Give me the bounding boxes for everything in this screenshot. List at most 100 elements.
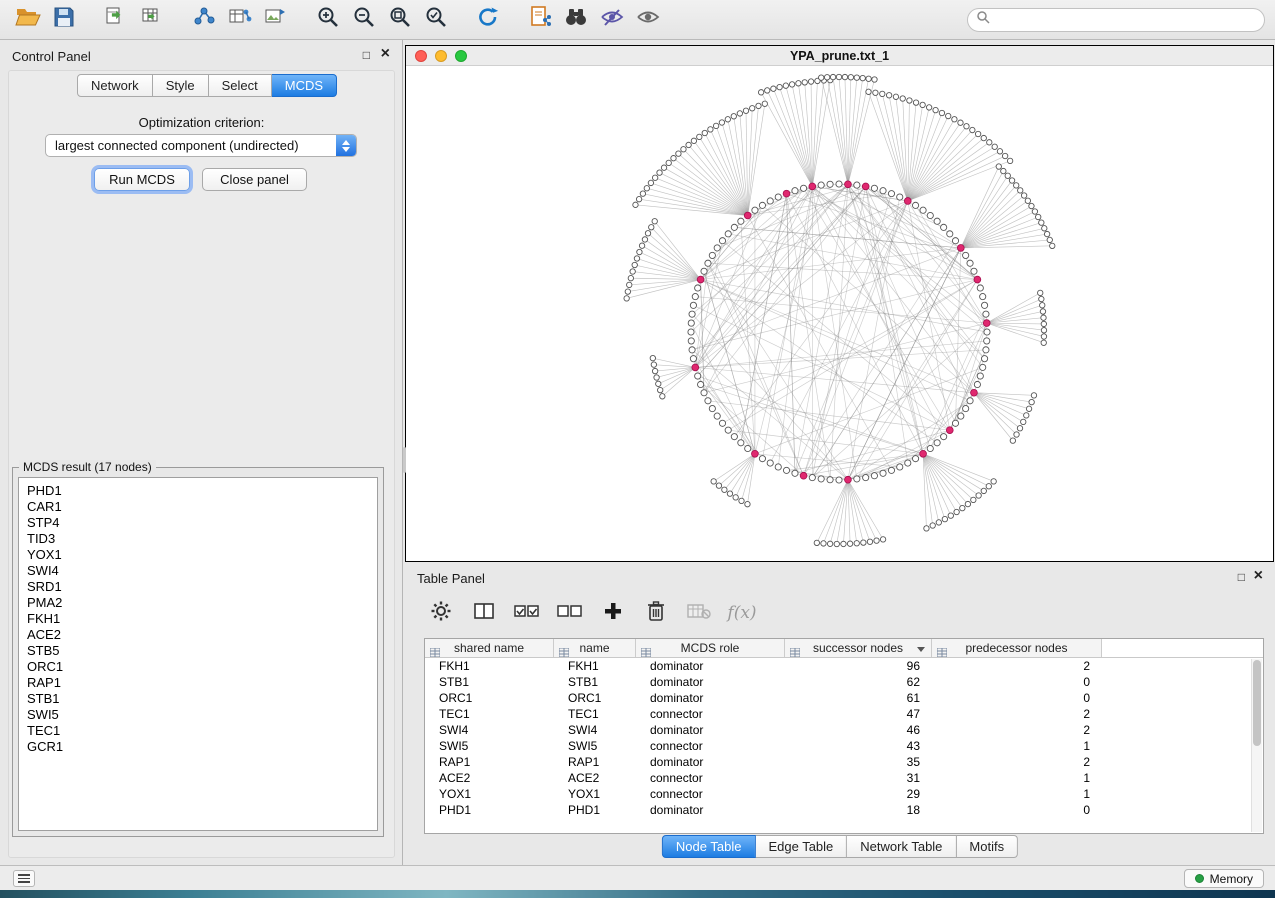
mcds-result-item[interactable]: GCR1 [19, 739, 377, 755]
table-cell[interactable]: 61 [785, 690, 932, 706]
save-session-button[interactable] [46, 4, 82, 36]
table-row[interactable]: RAP1RAP1dominator352 [425, 754, 1263, 770]
column-header-predecessor-nodes[interactable]: predecessor nodes [932, 639, 1102, 657]
mcds-result-item[interactable]: ACE2 [19, 627, 377, 643]
table-cell[interactable]: 62 [785, 674, 932, 690]
table-cell[interactable]: connector [636, 738, 785, 754]
scrollbar-thumb[interactable] [1253, 660, 1261, 746]
table-cell[interactable]: PHD1 [554, 802, 636, 818]
show-columns-button[interactable] [470, 599, 498, 627]
delete-column-button[interactable] [642, 599, 670, 627]
tab-node-table[interactable]: Node Table [662, 835, 756, 858]
deselect-all-button[interactable] [556, 599, 584, 627]
table-settings-button[interactable] [427, 599, 455, 627]
mcds-result-item[interactable]: STP4 [19, 515, 377, 531]
float-table-panel-icon[interactable]: □ [1238, 570, 1245, 584]
table-cell[interactable]: ACE2 [554, 770, 636, 786]
import-table-button[interactable] [134, 4, 170, 36]
table-row[interactable]: SWI5SWI5connector431 [425, 738, 1263, 754]
column-header-name[interactable]: name [554, 639, 636, 657]
split-handle[interactable] [403, 447, 406, 473]
table-cell[interactable]: YOX1 [554, 786, 636, 802]
table-cell[interactable]: dominator [636, 658, 785, 674]
status-menu-button[interactable] [13, 870, 35, 887]
table-row[interactable]: TEC1TEC1connector472 [425, 706, 1263, 722]
table-cell[interactable]: 96 [785, 658, 932, 674]
table-cell[interactable]: 0 [932, 690, 1102, 706]
float-panel-icon[interactable]: □ [363, 48, 370, 62]
table-cell[interactable]: SWI4 [425, 722, 554, 738]
tab-network[interactable]: Network [77, 74, 153, 97]
table-scrollbar[interactable] [1251, 659, 1262, 832]
export-image-button[interactable] [258, 4, 294, 36]
zoom-out-button[interactable] [346, 4, 382, 36]
mcds-result-item[interactable]: CAR1 [19, 499, 377, 515]
network-window-titlebar[interactable]: YPA_prune.txt_1 [406, 46, 1273, 66]
close-panel-icon[interactable]: × [381, 45, 390, 63]
mcds-result-item[interactable]: SWI4 [19, 563, 377, 579]
table-cell[interactable]: dominator [636, 754, 785, 770]
network-table-button[interactable] [222, 4, 258, 36]
table-cell[interactable]: 31 [785, 770, 932, 786]
mcds-result-item[interactable]: PMA2 [19, 595, 377, 611]
close-window-icon[interactable] [415, 50, 427, 62]
open-file-button[interactable] [10, 4, 46, 36]
table-cell[interactable]: 29 [785, 786, 932, 802]
column-header-successor-nodes[interactable]: successor nodes [785, 639, 932, 657]
tab-network-table[interactable]: Network Table [847, 835, 956, 858]
table-cell[interactable]: ACE2 [425, 770, 554, 786]
table-cell[interactable]: STB1 [425, 674, 554, 690]
table-cell[interactable]: SWI5 [425, 738, 554, 754]
zoom-selected-button[interactable] [418, 4, 454, 36]
tab-select[interactable]: Select [209, 74, 272, 97]
mcds-result-item[interactable]: TEC1 [19, 723, 377, 739]
table-cell[interactable]: dominator [636, 722, 785, 738]
mcds-result-item[interactable]: YOX1 [19, 547, 377, 563]
mcds-result-item[interactable]: RAP1 [19, 675, 377, 691]
new-network-button[interactable] [186, 4, 222, 36]
mcds-result-item[interactable]: SWI5 [19, 707, 377, 723]
table-row[interactable]: PHD1PHD1dominator180 [425, 802, 1263, 818]
show-hide-button[interactable] [630, 4, 666, 36]
table-cell[interactable]: RAP1 [554, 754, 636, 770]
table-cell[interactable]: 0 [932, 674, 1102, 690]
table-row[interactable]: FKH1FKH1dominator962 [425, 658, 1263, 674]
table-cell[interactable]: dominator [636, 674, 785, 690]
table-cell[interactable]: connector [636, 786, 785, 802]
network-canvas[interactable] [406, 66, 1273, 561]
tab-edge-table[interactable]: Edge Table [755, 835, 847, 858]
table-cell[interactable]: 1 [932, 738, 1102, 754]
table-cell[interactable]: 0 [932, 802, 1102, 818]
mcds-result-item[interactable]: ORC1 [19, 659, 377, 675]
table-cell[interactable]: TEC1 [425, 706, 554, 722]
table-cell[interactable]: dominator [636, 802, 785, 818]
apply-layout-button[interactable] [470, 4, 506, 36]
mcds-result-item[interactable]: STB1 [19, 691, 377, 707]
table-cell[interactable]: SWI5 [554, 738, 636, 754]
table-cell[interactable]: 18 [785, 802, 932, 818]
table-row[interactable]: STB1STB1dominator620 [425, 674, 1263, 690]
table-cell[interactable]: connector [636, 770, 785, 786]
import-network-button[interactable] [98, 4, 134, 36]
search-network-button[interactable] [558, 4, 594, 36]
table-cell[interactable]: SWI4 [554, 722, 636, 738]
table-cell[interactable]: dominator [636, 690, 785, 706]
table-cell[interactable]: STB1 [554, 674, 636, 690]
table-cell[interactable]: YOX1 [425, 786, 554, 802]
table-cell[interactable]: 47 [785, 706, 932, 722]
column-header-mcds-role[interactable]: MCDS role [636, 639, 785, 657]
table-cell[interactable]: connector [636, 706, 785, 722]
table-cell[interactable]: 2 [932, 722, 1102, 738]
table-cell[interactable]: 2 [932, 706, 1102, 722]
publish-document-button[interactable] [522, 4, 558, 36]
optimization-criterion-select[interactable]: largest connected component (undirected) [45, 134, 357, 157]
mcds-result-item[interactable]: STB5 [19, 643, 377, 659]
table-cell[interactable]: PHD1 [425, 802, 554, 818]
memory-button[interactable]: Memory [1184, 869, 1264, 888]
mcds-result-item[interactable]: PHD1 [19, 483, 377, 499]
mcds-result-item[interactable]: FKH1 [19, 611, 377, 627]
zoom-in-button[interactable] [310, 4, 346, 36]
search-input[interactable] [995, 13, 1256, 27]
table-cell[interactable]: RAP1 [425, 754, 554, 770]
minimize-window-icon[interactable] [435, 50, 447, 62]
